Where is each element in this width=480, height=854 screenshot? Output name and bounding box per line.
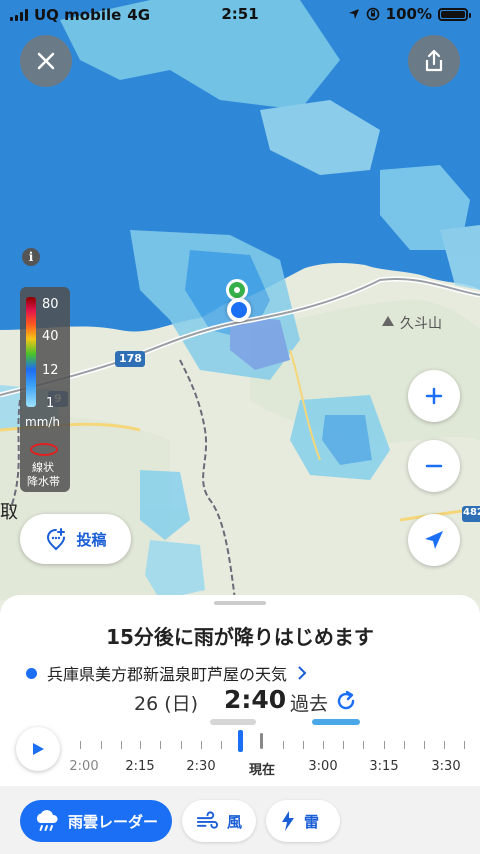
refresh-icon[interactable] (335, 690, 357, 712)
timeline-label-300: 3:00 (308, 759, 338, 774)
close-icon (37, 52, 55, 70)
time-label: 2:40 (224, 685, 287, 714)
legend-value-80: 80 (42, 297, 59, 312)
post-pin-icon (47, 528, 66, 551)
map-view[interactable]: 178 9 482 久斗山 取 (0, 0, 480, 600)
route-482-label: 482 (463, 507, 480, 518)
location-name: 兵庫県美方郡新温泉町芦屋の天気 (47, 665, 288, 684)
tab-wind-label: 風 (226, 812, 242, 831)
timeline-thumb[interactable] (238, 730, 243, 752)
timeline-label-230: 2:30 (186, 759, 216, 774)
status-bar: UQ mobile 4G 2:51 100% (0, 0, 480, 30)
close-button[interactable] (20, 35, 72, 87)
mountain-label: 久斗山 (400, 316, 442, 332)
legend-unit: mm/h (25, 415, 61, 429)
sheet-grabber[interactable] (214, 601, 266, 605)
legend-value-12: 12 (42, 363, 59, 378)
post-button[interactable]: 投稿 (20, 514, 131, 564)
legend-value-1: 1 (46, 396, 55, 411)
timeline-label-now: 現在 (248, 763, 276, 778)
share-button[interactable] (408, 35, 460, 87)
location-link[interactable]: 兵庫県美方郡新温泉町芦屋の天気 (26, 661, 307, 685)
tab-wind[interactable]: 風 (182, 800, 256, 842)
tab-thunder-label: 雷 (304, 812, 320, 831)
plus-icon (425, 387, 443, 405)
rain-cloud-icon (36, 810, 58, 831)
wind-icon (196, 811, 218, 829)
battery-icon (438, 7, 471, 21)
route-178-label: 178 (119, 352, 142, 365)
timeline-slider[interactable]: 2:00 2:15 2:30 現在 3:00 3:15 3:30 (0, 721, 480, 781)
timeline-label-315: 3:15 (369, 759, 399, 774)
layer-tabs: 雨雲レーダー 風 雷 (0, 786, 480, 854)
zoom-out-button[interactable] (408, 440, 460, 492)
current-location-button[interactable] (408, 514, 460, 566)
linear-rainband-icon (30, 443, 58, 456)
minus-icon (425, 464, 443, 468)
legend-color-bar (26, 297, 36, 407)
navigation-arrow-icon (425, 531, 443, 549)
share-icon (425, 49, 443, 72)
mode-label: 過去 (290, 693, 329, 715)
map-edge-text: 取 (0, 502, 18, 523)
current-location-dot-icon (227, 298, 251, 322)
tab-radar-label: 雨雲レーダー (68, 812, 159, 831)
timeline-label-330: 3:30 (431, 759, 461, 774)
rain-forecast-headline: 15分後に雨が降りはじめます (106, 625, 374, 649)
tab-radar[interactable]: 雨雲レーダー (20, 800, 172, 842)
play-button[interactable] (16, 727, 60, 771)
info-icon[interactable]: i (22, 248, 40, 266)
zoom-in-button[interactable] (408, 370, 460, 422)
orientation-lock-icon (366, 7, 379, 21)
timeline-label-215: 2:15 (125, 759, 155, 774)
rainfall-legend[interactable]: 80 40 12 1 mm/h 線状 降水帯 (20, 287, 70, 492)
location-dot-icon (26, 667, 37, 679)
legend-band-line2: 降水帯 (27, 475, 60, 488)
time-display: 26 (日) 2:40 過去 (0, 685, 480, 725)
lightning-icon (282, 811, 294, 831)
timeline-label-200: 2:00 (69, 759, 99, 774)
location-services-icon (348, 9, 359, 19)
now-marker (260, 733, 263, 749)
play-icon (33, 743, 44, 755)
battery-percent: 100% (385, 5, 432, 23)
tab-thunder[interactable]: 雷 (266, 800, 340, 842)
date-label: 26 (日) (134, 693, 199, 715)
legend-value-40: 40 (42, 329, 59, 344)
chevron-right-icon (298, 666, 307, 680)
post-button-label: 投稿 (76, 530, 107, 549)
